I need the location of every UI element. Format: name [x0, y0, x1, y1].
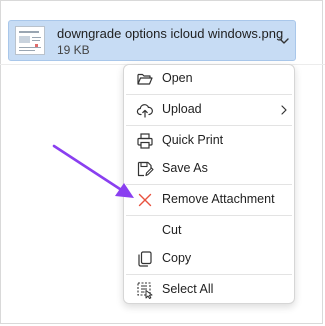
attachment-file-name: downgrade options icloud windows.png: [57, 26, 284, 41]
printer-icon: [137, 133, 153, 149]
chevron-right-icon: [281, 105, 287, 115]
menu-separator: [126, 94, 292, 95]
remove-x-icon: [138, 193, 152, 207]
attachment-context-menu: Open Upload Quick Print Save As Remove A…: [123, 64, 295, 304]
menu-separator: [126, 125, 292, 126]
folder-open-icon: [137, 73, 153, 85]
menu-item-label: Save As: [162, 161, 208, 175]
chevron-down-icon[interactable]: [277, 34, 291, 48]
menu-item-label: Cut: [162, 223, 182, 237]
copy-icon: [138, 251, 152, 267]
menu-item-cut[interactable]: Cut: [125, 218, 293, 244]
attachment-file-size: 19 KB: [57, 43, 90, 57]
menu-item-remove-attachment[interactable]: Remove Attachment: [125, 187, 293, 213]
menu-separator: [126, 274, 292, 275]
menu-item-label: Open: [162, 71, 193, 85]
menu-item-label: Select All: [162, 282, 214, 296]
save-as-icon: [137, 161, 154, 177]
menu-item-select-all[interactable]: Select All: [125, 277, 293, 303]
attachment-chip[interactable]: downgrade options icloud windows.png 19 …: [8, 20, 296, 61]
menu-item-quick-print[interactable]: Quick Print: [125, 128, 293, 154]
menu-item-copy[interactable]: Copy: [125, 246, 293, 272]
select-all-icon: [137, 282, 153, 299]
attachment-thumbnail: [15, 26, 45, 55]
menu-separator: [126, 184, 292, 185]
menu-item-label: Upload: [162, 102, 202, 116]
menu-item-label: Copy: [162, 251, 192, 265]
menu-item-label: Remove Attachment: [162, 192, 275, 206]
cloud-upload-icon: [136, 104, 153, 118]
menu-item-label: Quick Print: [162, 133, 224, 147]
menu-item-open[interactable]: Open: [125, 66, 293, 92]
menu-item-upload[interactable]: Upload: [125, 97, 293, 123]
menu-item-save-as[interactable]: Save As: [125, 156, 293, 182]
menu-separator: [126, 215, 292, 216]
